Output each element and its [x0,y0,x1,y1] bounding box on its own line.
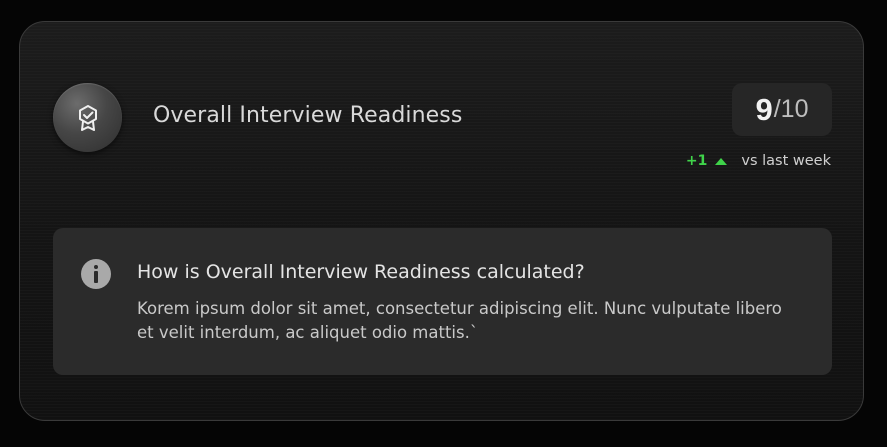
trend-delta: +1 [685,153,708,169]
calculation-info-panel: How is Overall Interview Readiness calcu… [53,228,832,375]
score-max: /10 [773,95,809,123]
info-body: Korem ipsum dolor sit amet, consectetur … [137,299,782,342]
triangle-up-icon [715,157,728,165]
info-title: How is Overall Interview Readiness calcu… [137,261,585,283]
weekly-trend: +1 vs last week [686,153,831,169]
readiness-card: Overall Interview Readiness 9 /10 +1 vs … [19,21,864,421]
score-box: 9 /10 [732,83,832,136]
award-ribbon-icon [78,104,97,131]
info-icon [81,259,111,289]
score-value: 9 [755,91,773,127]
card-title: Overall Interview Readiness [153,103,463,128]
award-badge [53,83,122,152]
trend-label: vs last week [741,153,831,169]
